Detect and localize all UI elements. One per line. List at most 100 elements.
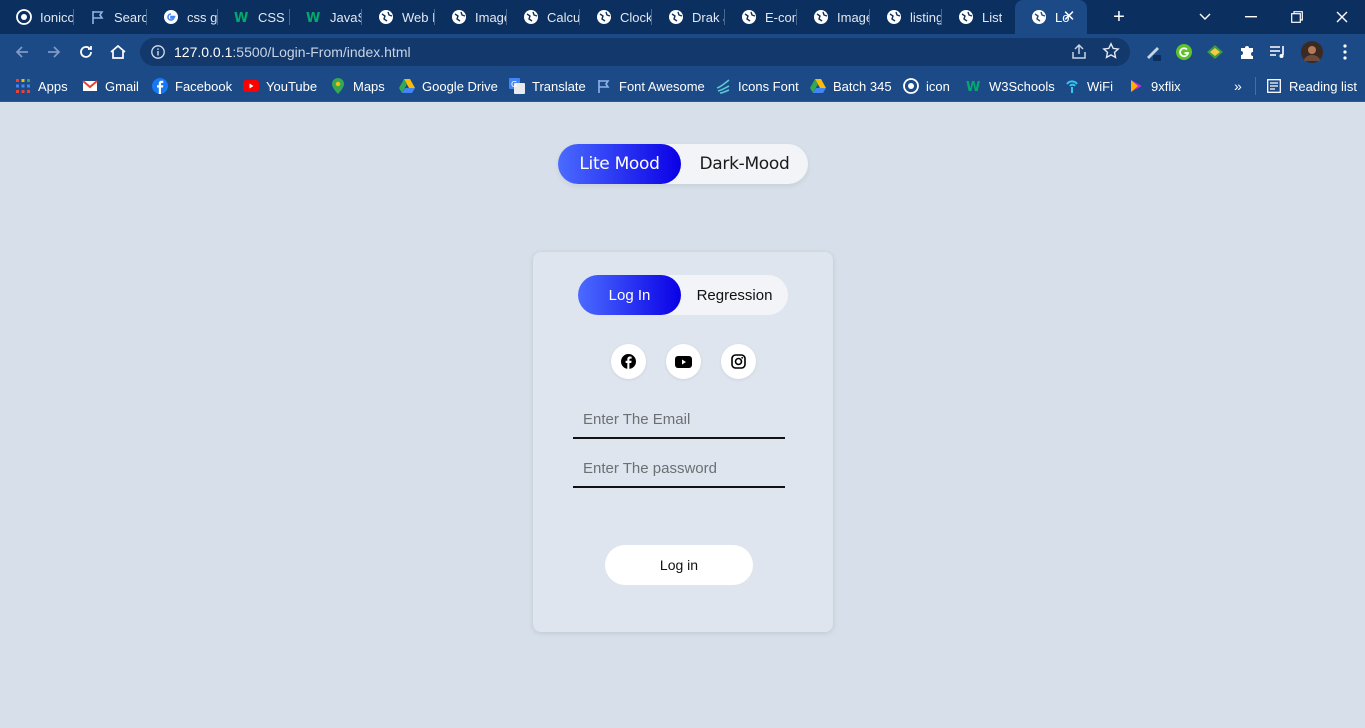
browser-tab[interactable]: W JavaSc bbox=[290, 0, 362, 34]
bookmark-apps[interactable]: Apps bbox=[15, 76, 68, 96]
bookmark-label: icon bbox=[926, 78, 950, 94]
bookmark-w3schools[interactable]: W W3Schools bbox=[966, 76, 1055, 96]
browser-tab[interactable]: listing bbox=[870, 0, 942, 34]
globe-icon bbox=[958, 9, 974, 25]
browser-tab[interactable]: Ionico bbox=[0, 0, 74, 34]
google-drive-icon bbox=[810, 78, 826, 94]
reading-list-icon bbox=[1266, 78, 1282, 94]
login-submit-button[interactable]: Log in bbox=[605, 545, 753, 585]
bookmark-label: Facebook bbox=[175, 78, 233, 94]
bookmark-youtube[interactable]: YouTube bbox=[243, 76, 317, 96]
bookmark-maps[interactable]: Maps bbox=[330, 76, 385, 96]
globe-icon bbox=[886, 9, 902, 25]
bookmark-batch-345[interactable]: Batch 345 bbox=[810, 76, 892, 96]
info-icon[interactable] bbox=[150, 44, 166, 60]
bookmark-google-drive[interactable]: Google Drive bbox=[399, 76, 498, 96]
page-viewport: Lite Mood Dark-Mood Log In Regression Lo… bbox=[0, 103, 1365, 728]
globe-icon bbox=[451, 9, 467, 25]
browser-tab[interactable]: Calcul bbox=[507, 0, 580, 34]
bookmarks-bar: Apps Gmail Facebook YouTube Maps Google … bbox=[0, 70, 1365, 102]
globe-icon bbox=[378, 9, 394, 25]
svg-text:W: W bbox=[966, 80, 980, 94]
wifi-icon bbox=[1064, 78, 1080, 94]
new-tab-button[interactable]: + bbox=[1108, 7, 1130, 27]
ionic-icon bbox=[903, 78, 919, 94]
browser-tab[interactable]: Image bbox=[797, 0, 870, 34]
browser-toolbar: 127.0.0.1:5500/Login-From/index.html bbox=[0, 34, 1365, 70]
address-bar[interactable]: 127.0.0.1:5500/Login-From/index.html bbox=[140, 38, 1130, 66]
puzzle-extensions-icon[interactable] bbox=[1237, 42, 1257, 62]
dark-mood-button[interactable]: Dark-Mood bbox=[681, 144, 808, 184]
bookmark-label: Google Drive bbox=[422, 78, 498, 94]
browser-tab[interactable]: Image bbox=[435, 0, 507, 34]
url-path: :5500/Login-From/index.html bbox=[232, 44, 411, 60]
bookmark-label: Font Awesome bbox=[619, 78, 705, 94]
tab-strip: Ionico Search css gri W CSS G W JavaSc W… bbox=[0, 0, 1365, 34]
browser-tab[interactable]: Clock bbox=[580, 0, 652, 34]
restore-button[interactable] bbox=[1274, 0, 1320, 34]
ionic-icon bbox=[16, 9, 32, 25]
browser-tab[interactable]: Search bbox=[74, 0, 147, 34]
svg-text:W: W bbox=[234, 11, 248, 25]
pen-extension-icon[interactable] bbox=[1143, 42, 1163, 62]
bookmark-label: Maps bbox=[353, 78, 385, 94]
menu-kebab-icon[interactable] bbox=[1335, 42, 1355, 62]
back-button[interactable] bbox=[10, 40, 34, 64]
grammarly-extension-icon[interactable] bbox=[1174, 42, 1194, 62]
share-icon[interactable] bbox=[1070, 43, 1088, 66]
password-input[interactable] bbox=[573, 450, 785, 488]
login-card: Log In Regression Log in bbox=[533, 252, 833, 632]
w3schools-icon: W bbox=[966, 78, 982, 94]
google-icon bbox=[163, 9, 179, 25]
globe-icon bbox=[1031, 9, 1047, 25]
tab-title: Web D bbox=[402, 9, 435, 25]
tab-title: JavaSc bbox=[330, 9, 362, 25]
media-control-icon[interactable] bbox=[1268, 42, 1288, 62]
browser-tab[interactable]: Web D bbox=[362, 0, 435, 34]
instagram-button[interactable] bbox=[721, 344, 756, 379]
bookmark-star-icon[interactable] bbox=[1102, 42, 1120, 65]
browser-tab[interactable]: E-com bbox=[725, 0, 797, 34]
facebook-button[interactable] bbox=[611, 344, 646, 379]
arrow-left-icon bbox=[15, 46, 28, 58]
browser-tab[interactable]: Drak a bbox=[652, 0, 725, 34]
browser-tab[interactable]: W CSS G bbox=[218, 0, 290, 34]
close-tab-icon[interactable]: ✕ bbox=[1061, 9, 1077, 25]
register-tab-button[interactable]: Regression bbox=[681, 275, 788, 315]
browser-tab[interactable]: css gri bbox=[147, 0, 218, 34]
reload-icon bbox=[80, 46, 92, 58]
globe-icon bbox=[523, 9, 539, 25]
more-bookmarks-button[interactable]: » bbox=[1234, 76, 1242, 96]
browser-tab-active[interactable]: Lo ✕ bbox=[1015, 0, 1087, 34]
bookmark-font-awesome[interactable]: Font Awesome bbox=[596, 76, 705, 96]
bookmark-9xflix[interactable]: 9xflix bbox=[1128, 76, 1181, 96]
forward-button[interactable] bbox=[42, 40, 66, 64]
color-extension-icon[interactable] bbox=[1205, 42, 1225, 62]
browser-tab[interactable]: List bbox=[942, 0, 1015, 34]
google-drive-icon bbox=[399, 78, 415, 94]
youtube-icon bbox=[243, 78, 259, 94]
bookmark-translate[interactable]: G Translate bbox=[509, 76, 586, 96]
tab-title: Calcul bbox=[547, 9, 580, 25]
url-text[interactable]: 127.0.0.1:5500/Login-From/index.html bbox=[174, 44, 411, 60]
apps-grid-icon bbox=[15, 78, 31, 94]
bookmark-gmail[interactable]: Gmail bbox=[82, 76, 139, 96]
bookmark-facebook[interactable]: Facebook bbox=[152, 76, 232, 96]
minimize-button[interactable] bbox=[1228, 0, 1274, 34]
login-tab-button[interactable]: Log In bbox=[578, 275, 681, 315]
home-button[interactable] bbox=[106, 40, 130, 64]
bookmark-label: 9xflix bbox=[1151, 78, 1181, 94]
avatar[interactable] bbox=[1301, 41, 1323, 63]
bookmark-wifi[interactable]: WiFi bbox=[1064, 76, 1113, 96]
tab-search-button[interactable] bbox=[1182, 0, 1228, 34]
close-window-button[interactable] bbox=[1319, 0, 1365, 34]
youtube-button[interactable] bbox=[666, 344, 701, 379]
lite-mood-button[interactable]: Lite Mood bbox=[558, 144, 681, 184]
bookmark-icon[interactable]: icon bbox=[903, 76, 950, 96]
reading-list-button[interactable]: Reading list bbox=[1266, 76, 1357, 96]
bookmark-icons-font[interactable]: Icons Font bbox=[715, 76, 799, 96]
email-input[interactable] bbox=[573, 401, 785, 439]
youtube-icon bbox=[675, 355, 692, 368]
reading-list-label: Reading list bbox=[1289, 78, 1357, 94]
reload-button[interactable] bbox=[74, 40, 98, 64]
